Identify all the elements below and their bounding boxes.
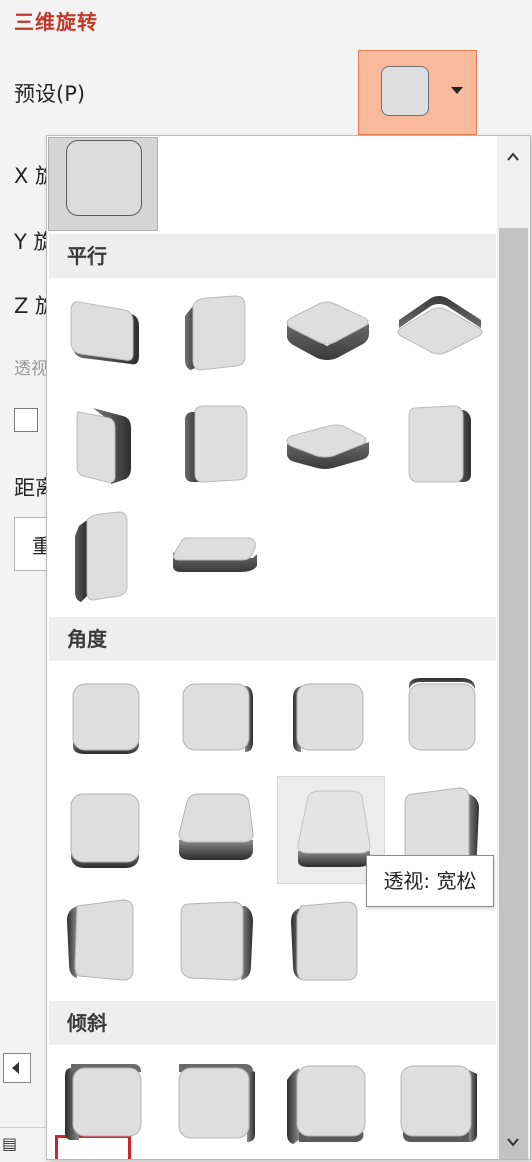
preset-a3[interactable] (277, 668, 377, 768)
preset-p10-icon (173, 537, 257, 572)
keep-text-flat-checkbox[interactable] (14, 408, 38, 432)
preset-a6-icon (178, 793, 254, 860)
preset-p8[interactable] (389, 396, 489, 496)
preset-p9[interactable] (53, 508, 153, 608)
section-header-perspective: 角度 (49, 617, 496, 661)
preset-p7-icon (286, 424, 369, 469)
preset-none[interactable] (48, 137, 158, 231)
preset-o3[interactable] (277, 1054, 377, 1154)
preset-p4[interactable] (389, 284, 489, 384)
preset-p8-icon (408, 405, 471, 483)
preset-a1[interactable] (53, 668, 153, 768)
preset-o3-icon (287, 1065, 366, 1144)
scroll-up-icon[interactable] (507, 151, 519, 163)
document-icon: ▤ (2, 1134, 18, 1153)
preset-a3-icon (293, 683, 364, 752)
preset-p1[interactable] (53, 284, 153, 384)
preset-p1-icon (70, 301, 139, 365)
preset-none-icon (66, 140, 142, 216)
preset-o4-icon (400, 1065, 477, 1142)
panel-title: 三维旋转 (14, 10, 98, 34)
preset-o1-icon (65, 1064, 142, 1140)
perspective-label: 透视 (14, 359, 48, 379)
preset-o1[interactable] (53, 1054, 153, 1154)
gallery-vertical-scrollbar[interactable] (497, 136, 530, 1159)
preset-o2[interactable] (165, 1054, 265, 1154)
scrollbar-thumb[interactable] (499, 228, 528, 1159)
scroll-down-icon[interactable] (507, 1136, 519, 1148)
section-header-oblique: 倾斜 (49, 1001, 496, 1045)
preset-p2-icon (185, 295, 246, 371)
preset-p10[interactable] (165, 508, 265, 608)
preset-a5[interactable] (53, 780, 153, 880)
preset-a10[interactable] (165, 892, 265, 992)
preset-a11-icon (291, 901, 358, 981)
preset-p6-icon (185, 405, 248, 483)
preset-thumbnail-icon (381, 66, 429, 116)
preset-p6[interactable] (165, 396, 265, 496)
preset-dropdown-button[interactable] (358, 50, 477, 135)
preset-tooltip: 透视: 宽松 (366, 855, 494, 907)
preset-a2-icon (182, 683, 253, 752)
preset-a9[interactable] (53, 892, 153, 992)
preset-o2-icon (178, 1064, 255, 1142)
preset-p7[interactable] (277, 396, 377, 496)
chevron-down-icon[interactable] (451, 87, 463, 94)
preset-a11[interactable] (277, 892, 377, 992)
divider (0, 1127, 46, 1128)
preset-a6[interactable] (165, 780, 265, 880)
preset-o4[interactable] (389, 1054, 489, 1154)
preset-a1-icon (72, 683, 140, 754)
scroll-left-button[interactable] (3, 1053, 31, 1083)
section-header-parallel: 平行 (49, 234, 496, 278)
preset-label: 预设(P) (14, 82, 86, 106)
preset-a5-icon (70, 793, 140, 868)
preset-a4-icon (408, 678, 476, 751)
preset-a9-icon (67, 899, 134, 981)
preset-p3-icon (286, 301, 369, 360)
preset-a2[interactable] (165, 668, 265, 768)
preset-p3[interactable] (277, 284, 377, 384)
preset-p5[interactable] (53, 396, 153, 496)
preset-p4-icon (397, 296, 483, 355)
preset-gallery-dropdown: 平行 角度 倾斜 (46, 135, 531, 1160)
preset-a4[interactable] (389, 668, 489, 768)
preset-p9-icon (75, 511, 128, 602)
preset-p2[interactable] (165, 284, 265, 384)
preset-p5-icon (76, 408, 131, 484)
preset-a10-icon (180, 901, 253, 981)
